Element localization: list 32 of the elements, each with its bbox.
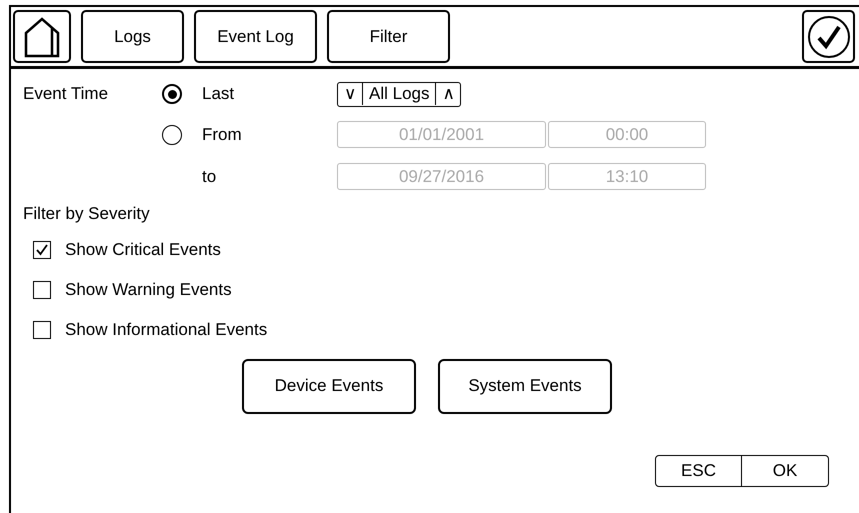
checkbox[interactable] (33, 320, 51, 338)
time-field: 13:10 (548, 163, 706, 190)
spinner-value: All Logs (362, 83, 436, 105)
field-label: to (202, 166, 218, 188)
checkbox[interactable] (33, 280, 51, 298)
home-button[interactable] (13, 10, 71, 63)
dialog-button[interactable]: OK (742, 454, 829, 486)
radio-label: From (202, 124, 243, 146)
confirm-button[interactable] (802, 10, 855, 63)
section-heading: Filter by Severity (23, 203, 151, 225)
home-icon (22, 16, 62, 58)
checkbox[interactable] (33, 240, 51, 258)
tab-button[interactable]: Event Log (194, 10, 317, 63)
dialog-button[interactable]: ESC (655, 454, 742, 486)
field-label: Event Time (23, 83, 110, 106)
checkbox-label: Show Warning Events (65, 278, 232, 301)
tab-button[interactable]: Logs (81, 10, 184, 63)
checkmark-icon (806, 14, 850, 58)
radio-label: Last (202, 83, 236, 106)
checkbox-label: Show Informational Events (65, 318, 268, 341)
up-arrow-button[interactable]: ∧ (436, 83, 460, 105)
tab-button[interactable]: Filter (327, 10, 450, 63)
radio-button[interactable] (162, 124, 182, 144)
time-field: 00:00 (548, 121, 706, 148)
action-button[interactable]: System Events (438, 358, 612, 414)
down-arrow-button[interactable]: ∨ (338, 83, 362, 105)
radio-button[interactable] (162, 84, 182, 104)
action-button[interactable]: Device Events (242, 358, 416, 414)
checkbox-label: Show Critical Events (65, 238, 221, 261)
date-field: 09/27/2016 (337, 163, 546, 190)
date-field: 01/01/2001 (337, 121, 546, 148)
log-range-spinner[interactable]: ∨ All Logs ∧ (337, 82, 462, 106)
